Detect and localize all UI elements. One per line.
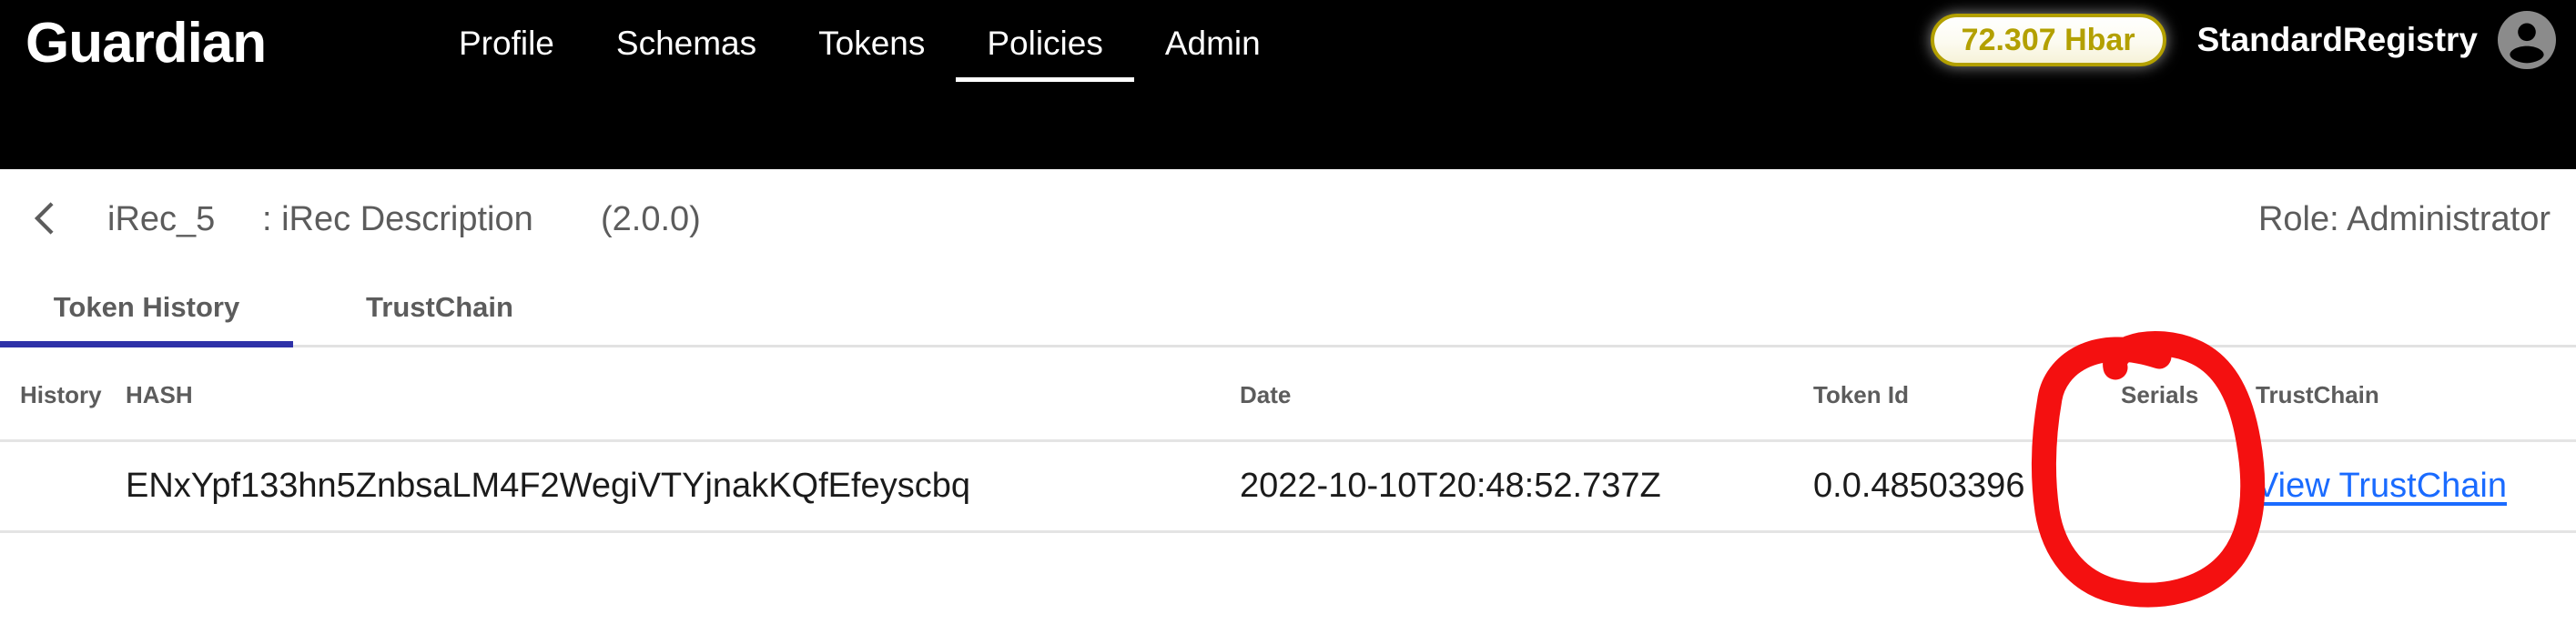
hbar-balance-badge[interactable]: 72.307 Hbar	[1930, 14, 2166, 66]
column-header-trustchain[interactable]: TrustChain	[2256, 380, 2379, 409]
table-header-row: History HASH Date Token Id Serials Trust…	[0, 347, 2576, 442]
app-logo[interactable]: Guardian	[25, 11, 267, 76]
cell-hash: ENxYpf133hn5ZnbsaLM4F2WegiVTYjnakKQfEfey…	[126, 467, 970, 505]
content-tabs: Token History TrustChain	[0, 267, 2576, 347]
cell-token-id: 0.0.48503396	[1813, 467, 2025, 505]
user-avatar-icon[interactable]	[2498, 11, 2556, 69]
nav-link-policies[interactable]: Policies	[956, 9, 1134, 91]
table-row[interactable]: ENxYpf133hn5ZnbsaLM4F2WegiVTYjnakKQfEfey…	[0, 442, 2576, 533]
nav-link-profile-label: Profile	[459, 25, 554, 62]
nav-user-area: 72.307 Hbar StandardRegistry	[1930, 7, 2556, 73]
user-role-label: Role: Administrator	[2257, 200, 2551, 238]
guardian-app: Guardian Profile Schemas Tokens Policies…	[0, 0, 2576, 624]
nav-link-schemas[interactable]: Schemas	[585, 9, 787, 91]
column-header-hash[interactable]: HASH	[126, 380, 193, 409]
username-label[interactable]: StandardRegistry	[2197, 18, 2478, 62]
nav-link-schemas-label: Schemas	[615, 25, 757, 62]
top-navigation-bar: Guardian Profile Schemas Tokens Policies…	[0, 0, 2576, 169]
tab-trustchain[interactable]: TrustChain	[293, 267, 586, 347]
nav-link-tokens-label: Tokens	[818, 25, 926, 62]
column-header-date[interactable]: Date	[1240, 380, 1291, 409]
breadcrumb-policy-name: iRec_5	[107, 200, 216, 238]
nav-link-policies-label: Policies	[987, 25, 1103, 62]
nav-link-profile[interactable]: Profile	[428, 9, 585, 91]
column-header-serials[interactable]: Serials	[2121, 380, 2198, 409]
main-nav-links: Profile Schemas Tokens Policies Admin	[428, 9, 1292, 100]
tab-trustchain-label: TrustChain	[366, 291, 513, 323]
breadcrumb-policy-version: (2.0.0)	[601, 200, 701, 238]
breadcrumb-policy-description: : iRec Description	[262, 200, 533, 238]
tab-active-underline	[0, 341, 293, 347]
nav-link-admin-label: Admin	[1164, 25, 1261, 62]
token-history-table: History HASH Date Token Id Serials Trust…	[0, 347, 2576, 533]
tab-token-history[interactable]: Token History	[0, 267, 293, 347]
nav-link-tokens[interactable]: Tokens	[787, 9, 956, 91]
view-trustchain-link[interactable]: View TrustChain	[2256, 462, 2507, 509]
chevron-left-icon[interactable]	[24, 196, 67, 240]
tab-token-history-label: Token History	[53, 291, 240, 323]
nav-link-admin[interactable]: Admin	[1134, 9, 1292, 91]
column-header-token-id[interactable]: Token Id	[1813, 380, 1909, 409]
nav-active-underline	[956, 77, 1134, 82]
column-header-history[interactable]: History	[20, 380, 102, 409]
breadcrumb: iRec_5 : iRec Description (2.0.0) Role: …	[0, 169, 2576, 267]
cell-date: 2022-10-10T20:48:52.737Z	[1240, 467, 1661, 505]
